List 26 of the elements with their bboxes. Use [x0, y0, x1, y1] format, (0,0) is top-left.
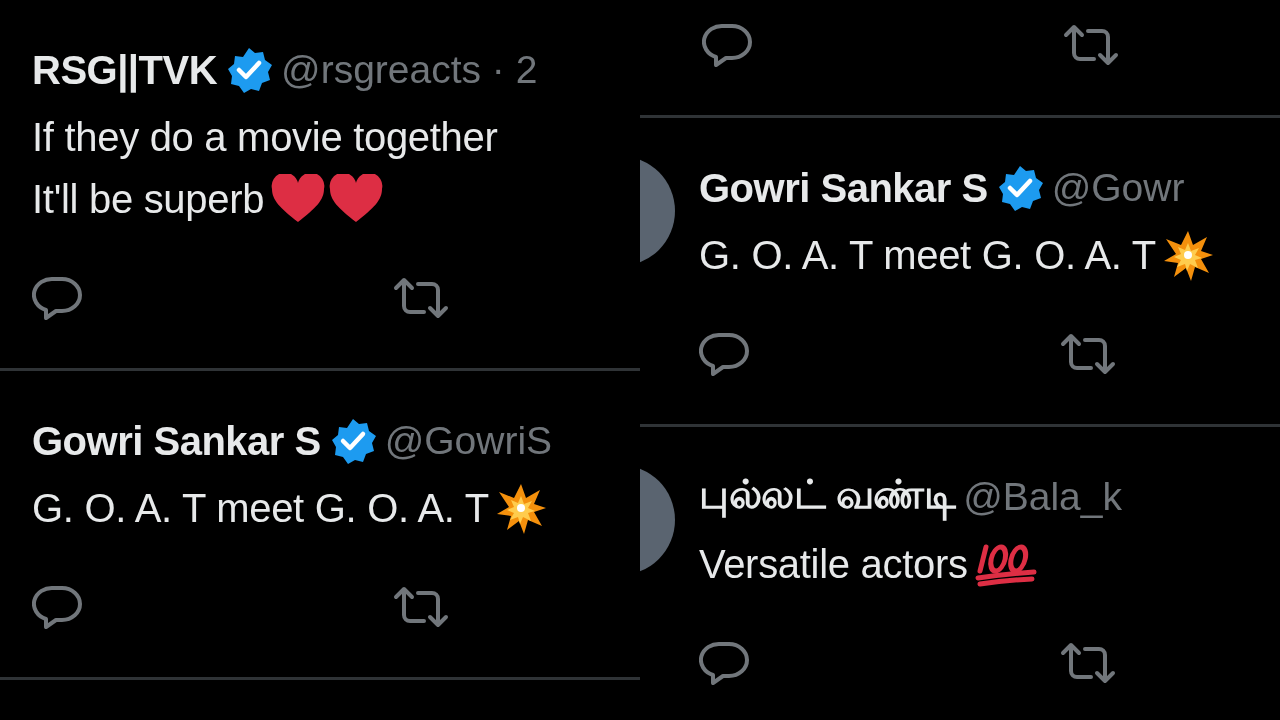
reply-icon[interactable] — [699, 640, 751, 686]
verified-badge-icon — [225, 46, 274, 94]
user-handle[interactable]: @rsgreacts · 2 — [281, 48, 538, 92]
user-name[interactable]: Gowri Sankar S — [699, 165, 988, 211]
heart-emoji-icon — [328, 174, 385, 224]
user-name[interactable]: புல்லட் வண்டி — [699, 471, 956, 523]
user-name[interactable]: RSG||TVK — [32, 47, 218, 93]
tweet-text: Versatile actors — [699, 541, 968, 587]
user-handle[interactable]: @Bala_k — [963, 475, 1122, 519]
user-name[interactable]: Gowri Sankar S — [32, 418, 321, 464]
reply-icon[interactable] — [699, 331, 751, 377]
user-handle[interactable]: @Gowr — [1051, 166, 1185, 210]
user-handle[interactable]: @GowriS — [384, 419, 553, 463]
tweet-text: G. O. A. T meet G. O. A. T — [699, 232, 1156, 278]
retweet-icon[interactable] — [1059, 332, 1117, 376]
tweet-text: If they do a movie together — [32, 114, 498, 160]
reply-icon[interactable] — [32, 584, 84, 630]
retweet-icon[interactable] — [1059, 641, 1117, 685]
heart-emoji-icon — [270, 174, 327, 224]
reply-icon[interactable] — [702, 22, 754, 68]
retweet-icon[interactable] — [392, 585, 450, 629]
retweet-icon[interactable] — [1062, 23, 1120, 67]
retweet-icon[interactable] — [392, 276, 450, 320]
reply-icon[interactable] — [32, 275, 84, 321]
tweet-text: It'll be superb — [32, 176, 265, 222]
tweet-text: G. O. A. T meet G. O. A. T — [32, 485, 489, 531]
